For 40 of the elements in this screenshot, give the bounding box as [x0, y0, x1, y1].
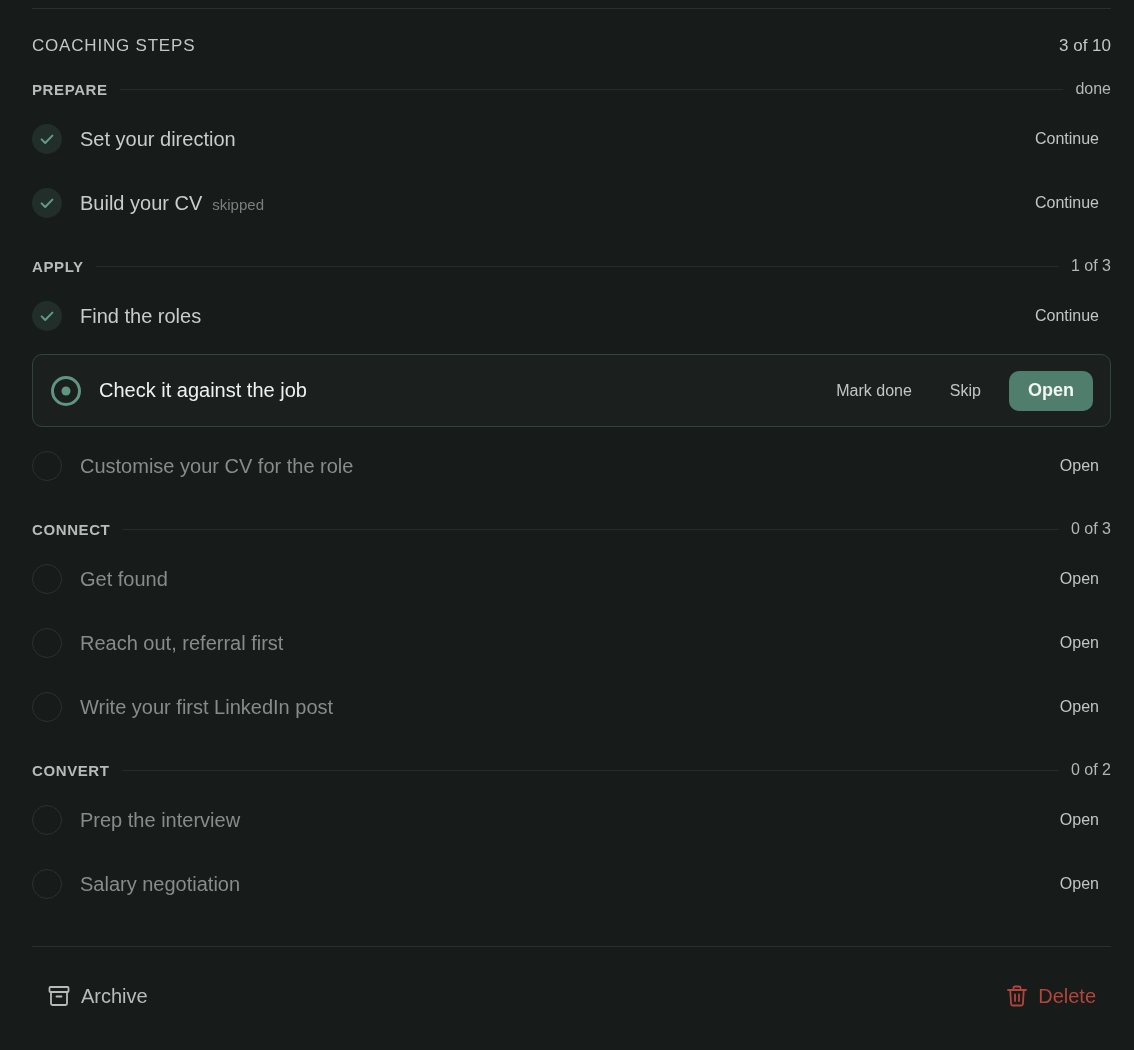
step-action-button[interactable]: Open [1047, 805, 1111, 835]
step-title: Customise your CV for the role [80, 454, 354, 478]
group-count: 1 of 3 [1070, 257, 1111, 275]
step-title: Find the roles [80, 304, 202, 328]
open-button[interactable]: Open [1009, 370, 1093, 411]
step-action-button[interactable]: Continue [1022, 188, 1111, 218]
group-label: CONNECT [32, 520, 111, 538]
step-action-button[interactable]: Mark done [824, 375, 924, 406]
step-action-button[interactable]: Continue [1022, 301, 1111, 331]
group-count: 0 of 2 [1070, 761, 1111, 779]
group-label: PREPARE [32, 80, 108, 98]
step-title: Build your CV [80, 191, 203, 215]
steps-count: 3 of 10 [1059, 36, 1111, 56]
trash-icon [1007, 985, 1028, 1007]
archive-button[interactable]: Archive [32, 976, 163, 1016]
step-title: Salary negotiation [80, 872, 241, 896]
step-title: Write your first LinkedIn post [80, 695, 334, 719]
check-circle-icon[interactable] [32, 124, 62, 154]
step-title: Prep the interview [80, 808, 241, 832]
step-action-button[interactable]: Continue [1022, 124, 1111, 154]
step-action-button[interactable]: Open [1047, 564, 1111, 594]
group-count: 0 of 3 [1070, 520, 1111, 538]
group-label: CONVERT [32, 761, 110, 779]
step-title: Get found [80, 567, 168, 591]
check-circle-icon[interactable] [32, 188, 62, 218]
step-action-button[interactable]: Open [1047, 869, 1111, 899]
check-circle-icon[interactable] [32, 301, 62, 331]
step-title: Set your direction [80, 127, 236, 151]
archive-box-icon [48, 985, 70, 1007]
step-action-button[interactable]: Open [1047, 692, 1111, 722]
group-label: APPLY [32, 257, 84, 275]
step-title: Reach out, referral first [80, 631, 284, 655]
step-action-button[interactable]: Skip [937, 375, 993, 406]
step-title: Check it against the job [99, 379, 307, 402]
step-action-button[interactable]: Open [1047, 628, 1111, 658]
group-count: done [1075, 80, 1111, 98]
step-note: skipped [212, 195, 264, 213]
step-action-button[interactable]: Open [1047, 451, 1111, 481]
section-heading: COACHING STEPS [32, 36, 196, 56]
radio-dot-icon[interactable] [51, 375, 81, 406]
